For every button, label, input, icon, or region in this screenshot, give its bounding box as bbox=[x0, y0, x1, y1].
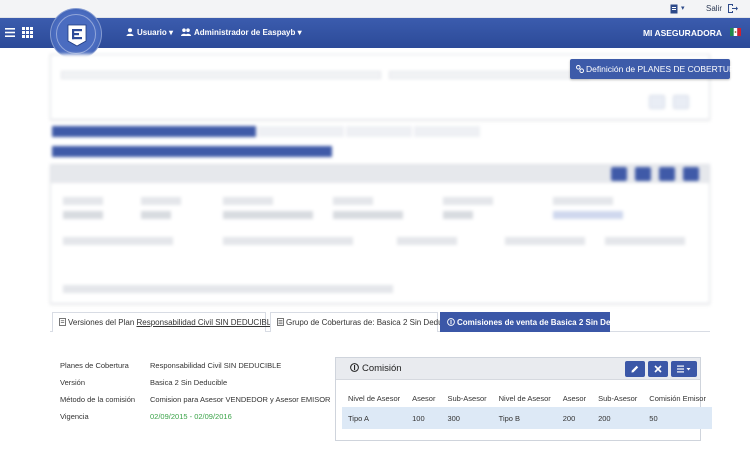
logout-link[interactable]: Salir bbox=[706, 4, 722, 13]
logo-circle[interactable] bbox=[50, 8, 102, 60]
column-header: Sub-Asesor bbox=[598, 394, 638, 403]
blurred-plan-card bbox=[50, 164, 710, 304]
delete-button[interactable] bbox=[648, 361, 668, 377]
comision-table: Nivel de Asesor Asesor Sub-Asesor Nivel … bbox=[342, 390, 712, 429]
table-cell: 200 bbox=[556, 407, 593, 429]
grid-icon[interactable] bbox=[22, 27, 33, 38]
list-menu-icon bbox=[677, 365, 691, 373]
tab-comisiones-venta[interactable]: Comisiones de venta de Basica 2 Sin Dedu… bbox=[440, 312, 638, 332]
blurred-tab bbox=[258, 126, 344, 137]
exit-icon[interactable] bbox=[727, 3, 738, 14]
main-navbar: Usuario ▾ Administrador de Easpayb ▾ MI … bbox=[0, 8, 750, 60]
document-icon bbox=[59, 318, 66, 326]
users-icon bbox=[181, 28, 191, 36]
column-header: Comisión Emisor bbox=[649, 394, 706, 403]
table-cell: 200 bbox=[592, 407, 644, 429]
link-icon bbox=[576, 65, 584, 73]
admin-menu-label: Administrador de Easpayb bbox=[194, 28, 296, 37]
column-header: Asesor bbox=[412, 394, 436, 403]
detail-tabs: Versiones del Plan Responsabilidad Civil… bbox=[50, 312, 710, 332]
options-menu-button[interactable] bbox=[671, 361, 697, 377]
user-icon bbox=[126, 28, 134, 36]
pencil-icon bbox=[631, 365, 639, 373]
blurred-tab bbox=[346, 126, 412, 137]
admin-menu[interactable]: Administrador de Easpayb ▾ bbox=[181, 28, 302, 37]
blurred-tab bbox=[414, 126, 480, 137]
table-cell: Tipo B bbox=[492, 407, 557, 429]
list-icon bbox=[277, 318, 284, 326]
column-header: Asesor bbox=[562, 394, 587, 403]
blurred-background-content bbox=[0, 48, 750, 310]
close-icon bbox=[654, 365, 662, 373]
tab-grupo-coberturas[interactable]: Grupo de Coberturas de: Basica 2 Sin Ded… bbox=[270, 312, 459, 332]
menu-icon[interactable] bbox=[5, 28, 15, 37]
detail-value: Basica 2 Sin Deducible bbox=[150, 378, 228, 387]
table-cell: 100 bbox=[406, 407, 442, 429]
money-icon bbox=[350, 363, 359, 372]
logo bbox=[67, 24, 87, 47]
mexico-flag-icon[interactable] bbox=[730, 28, 741, 36]
document-icon[interactable] bbox=[670, 4, 678, 14]
detail-label: Método de la comisión bbox=[60, 395, 136, 404]
comision-panel: Comisión Nivel de Asesor Asesor Sub-Ases… bbox=[335, 357, 712, 441]
tab-grupo-label: Grupo de Coberturas de: Basica 2 Sin Ded… bbox=[286, 318, 459, 327]
table-cell: 50 bbox=[643, 407, 712, 429]
comision-panel-title: Comisión bbox=[350, 363, 402, 374]
table-cell: Tipo A bbox=[342, 407, 407, 429]
definicion-planes-label: Definición de PLANES DE COBERTURA bbox=[586, 64, 741, 74]
user-menu-label: Usuario bbox=[137, 28, 167, 37]
tab-versiones-plan-link[interactable]: Responsabilidad Civil SIN DEDUCIBLE bbox=[137, 318, 277, 327]
table-cell: 300 bbox=[441, 407, 493, 429]
vigencia-value: 02/09/2015 - 02/09/2016 bbox=[150, 412, 232, 421]
column-header: Nivel de Asesor bbox=[348, 394, 401, 403]
company-name: MI ASEGURADORA bbox=[642, 28, 722, 38]
blurred-tab bbox=[52, 146, 332, 157]
comision-title-text: Comisión bbox=[362, 363, 402, 374]
detail-label: Vigencia bbox=[60, 412, 89, 421]
tab-comisiones-label: Comisiones de venta de Basica 2 Sin Dedu… bbox=[457, 318, 639, 327]
comision-panel-header: Comisión bbox=[336, 358, 700, 380]
money-icon bbox=[447, 318, 455, 326]
detail-label: Versión bbox=[60, 378, 86, 387]
comision-table-header: Nivel de Asesor Asesor Sub-Asesor Nivel … bbox=[342, 390, 712, 407]
top-utility-bar: ▾ Salir bbox=[0, 0, 750, 18]
column-header: Nivel de Asesor bbox=[498, 394, 551, 403]
column-header: Sub-Asesor bbox=[447, 394, 487, 403]
document-menu-chevron-icon[interactable]: ▾ bbox=[681, 4, 685, 12]
blurred-tab bbox=[52, 126, 256, 137]
user-menu[interactable]: Usuario ▾ bbox=[126, 28, 173, 37]
detail-value: Comision para Asesor VENDEDOR y Asesor E… bbox=[150, 395, 331, 404]
detail-label: Planes de Cobertura bbox=[60, 361, 129, 370]
definicion-planes-badge: Definición de PLANES DE COBERTURA bbox=[570, 59, 741, 79]
tab-versiones-prefix: Versiones del Plan bbox=[68, 318, 135, 327]
detail-value: Responsabilidad Civil SIN DEDUCIBLE bbox=[150, 361, 282, 370]
table-row[interactable]: Tipo A 100 300 Tipo B 200 200 50 bbox=[342, 407, 712, 429]
edit-button[interactable] bbox=[625, 361, 645, 377]
tab-versiones-plan[interactable]: Versiones del Plan Responsabilidad Civil… bbox=[52, 312, 277, 332]
